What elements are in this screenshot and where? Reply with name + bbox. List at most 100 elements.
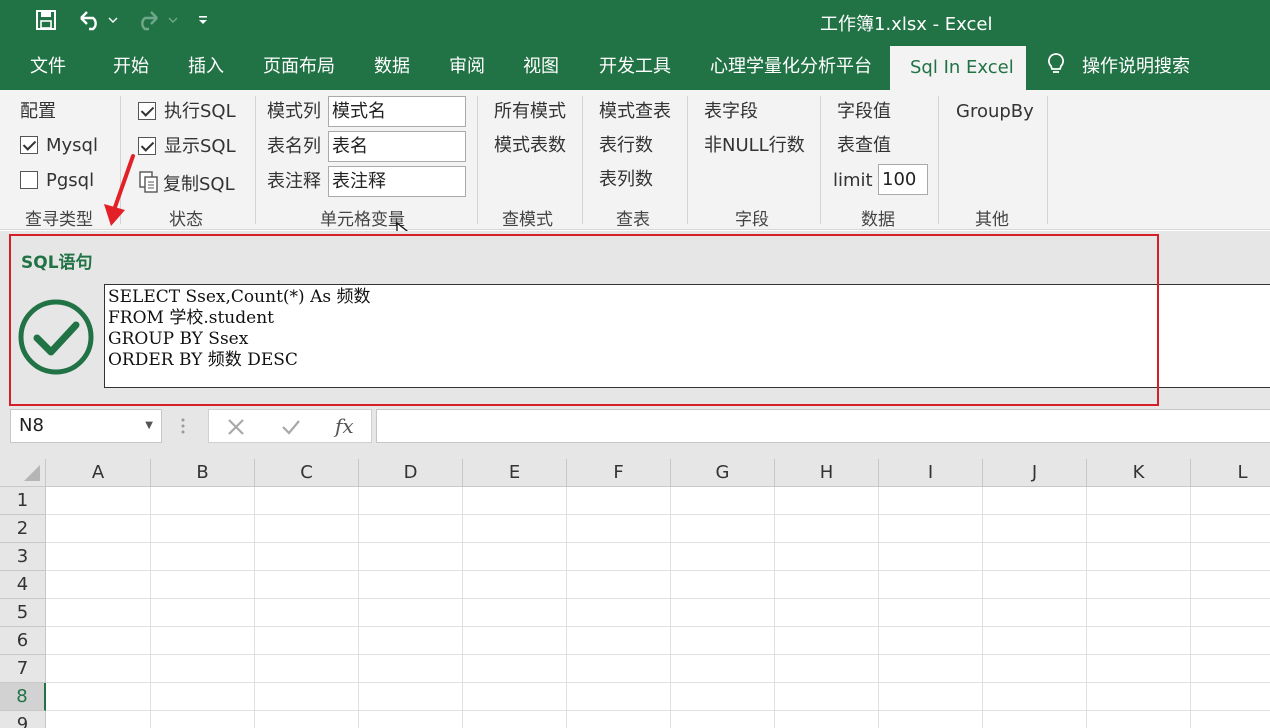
select-all-corner[interactable]: [0, 459, 46, 487]
row-header[interactable]: 4: [0, 571, 46, 599]
group-label-status: 状态: [169, 205, 203, 230]
limit-input[interactable]: 100: [878, 164, 928, 195]
config-button[interactable]: 配置: [20, 101, 56, 123]
copy-icon: [138, 170, 160, 200]
group-label-schema: 查模式: [502, 205, 553, 230]
row-header[interactable]: 9: [0, 711, 46, 728]
insert-function-icon[interactable]: fx: [335, 414, 354, 438]
show-sql-checkbox[interactable]: 显示SQL: [138, 136, 236, 158]
column-header[interactable]: C: [255, 459, 359, 487]
grid-line: [150, 487, 151, 728]
sql-panel-title: SQL语句: [21, 248, 93, 273]
ribbon-tabs: 文件 开始 插入 页面布局 数据 审阅 视图 开发工具 心理学量化分析平台 Sq…: [0, 44, 1270, 90]
title-bar: 工作簿1.xlsx - Excel: [0, 0, 1270, 44]
table-col-input[interactable]: 表名: [328, 131, 466, 162]
column-header[interactable]: F: [567, 459, 671, 487]
groupby-button[interactable]: GroupBy: [956, 101, 1034, 123]
col-count-button[interactable]: 表列数: [599, 169, 653, 191]
column-header[interactable]: E: [463, 459, 567, 487]
schema-lookup-button[interactable]: 模式查表: [599, 101, 671, 123]
column-header[interactable]: J: [983, 459, 1087, 487]
grid-line: [774, 487, 775, 728]
sql-textarea[interactable]: SELECT Ssex,Count(*) As 频数 FROM 学校.stude…: [104, 284, 1270, 388]
column-header[interactable]: D: [359, 459, 463, 487]
group-label-other: 其他: [975, 205, 1009, 230]
tab-developer[interactable]: 开发工具: [587, 44, 683, 90]
schema-col-input[interactable]: 模式名: [328, 96, 466, 127]
column-header[interactable]: K: [1087, 459, 1191, 487]
all-schemas-button[interactable]: 所有模式: [494, 101, 566, 123]
group-separator: [477, 96, 478, 224]
grid-line: [462, 487, 463, 728]
exec-sql-checkbox[interactable]: 执行SQL: [138, 101, 236, 123]
pgsql-label: Pgsql: [46, 170, 94, 191]
table-values-button[interactable]: 表查值: [837, 135, 891, 157]
schema-col-label: 模式列: [267, 101, 321, 123]
comment-col-label: 表注释: [267, 171, 321, 193]
column-header[interactable]: A: [46, 459, 151, 487]
tab-insert[interactable]: 插入: [176, 44, 236, 90]
name-box-value: N8: [19, 415, 44, 436]
group-label-cell-vars: 单元格变量: [320, 205, 405, 230]
tab-sql-in-excel[interactable]: Sql In Excel: [890, 46, 1026, 90]
lightbulb-icon: [1046, 48, 1066, 94]
tab-review[interactable]: 审阅: [437, 44, 497, 90]
formula-input[interactable]: [376, 409, 1270, 443]
sql-panel: SQL语句 SELECT Ssex,Count(*) As 频数 FROM 学校…: [0, 231, 1270, 409]
non-null-rows-button[interactable]: 非NULL行数: [704, 135, 805, 157]
row-count-button[interactable]: 表行数: [599, 135, 653, 157]
schema-table-count-button[interactable]: 模式表数: [494, 135, 566, 157]
tab-file[interactable]: 文件: [18, 44, 78, 90]
mysql-checkbox[interactable]: Mysql: [20, 135, 98, 157]
tab-home[interactable]: 开始: [101, 44, 161, 90]
chevron-down-icon[interactable]: ▼: [145, 410, 153, 442]
column-header[interactable]: I: [879, 459, 983, 487]
grid-line: [566, 487, 567, 728]
group-separator: [687, 96, 688, 224]
checkbox-checked-icon: [138, 102, 156, 120]
formula-bar: N8 ▼ fx: [0, 409, 1270, 459]
customize-icon[interactable]: [192, 6, 214, 34]
group-separator: [938, 96, 939, 224]
column-header[interactable]: B: [151, 459, 255, 487]
column-header[interactable]: G: [671, 459, 775, 487]
cancel-icon[interactable]: [227, 418, 245, 440]
row-header[interactable]: 3: [0, 543, 46, 571]
tab-psychology-platform[interactable]: 心理学量化分析平台: [698, 44, 884, 90]
enter-icon[interactable]: [281, 418, 301, 440]
field-values-button[interactable]: 字段值: [837, 101, 891, 123]
redo-icon[interactable]: [130, 6, 180, 34]
table-fields-button[interactable]: 表字段: [704, 101, 758, 123]
group-separator: [1047, 96, 1048, 224]
row-header[interactable]: 7: [0, 655, 46, 683]
save-icon[interactable]: [32, 6, 60, 34]
tab-data[interactable]: 数据: [362, 44, 422, 90]
table-col-label: 表名列: [267, 136, 321, 158]
tab-view[interactable]: 视图: [511, 44, 571, 90]
grid-line: [1190, 487, 1191, 728]
document-title: 工作簿1.xlsx - Excel: [820, 10, 992, 36]
grid-line: [878, 487, 879, 728]
row-header[interactable]: 2: [0, 515, 46, 543]
name-box[interactable]: N8 ▼: [10, 409, 162, 443]
row-header[interactable]: 6: [0, 627, 46, 655]
row-header[interactable]: 5: [0, 599, 46, 627]
row-header-selected[interactable]: 8: [0, 683, 46, 711]
undo-icon[interactable]: [74, 6, 120, 34]
checkbox-empty-icon: [20, 171, 38, 189]
ribbon: 配置 Mysql Pgsql 查寻类型 执行SQL 显示SQL 复制SQL 状态…: [0, 90, 1270, 230]
row-header[interactable]: 1: [0, 487, 46, 515]
exec-sql-label: 执行SQL: [164, 101, 236, 122]
tab-tell-me[interactable]: 操作说明搜索: [1036, 44, 1190, 90]
column-header[interactable]: L: [1191, 459, 1270, 487]
tab-page-layout[interactable]: 页面布局: [251, 44, 347, 90]
spreadsheet-grid: A B C D E F G H I J K L 1 2 3 4 5 6 7 8 …: [0, 459, 1270, 728]
pgsql-checkbox[interactable]: Pgsql: [20, 170, 94, 192]
comment-col-input[interactable]: 表注释: [328, 166, 466, 197]
grid-line: [1086, 487, 1087, 728]
group-separator: [820, 96, 821, 224]
more-options-icon: [178, 417, 188, 439]
column-header[interactable]: H: [775, 459, 879, 487]
limit-label: limit: [833, 170, 873, 192]
copy-sql-button[interactable]: 复制SQL: [138, 170, 235, 200]
